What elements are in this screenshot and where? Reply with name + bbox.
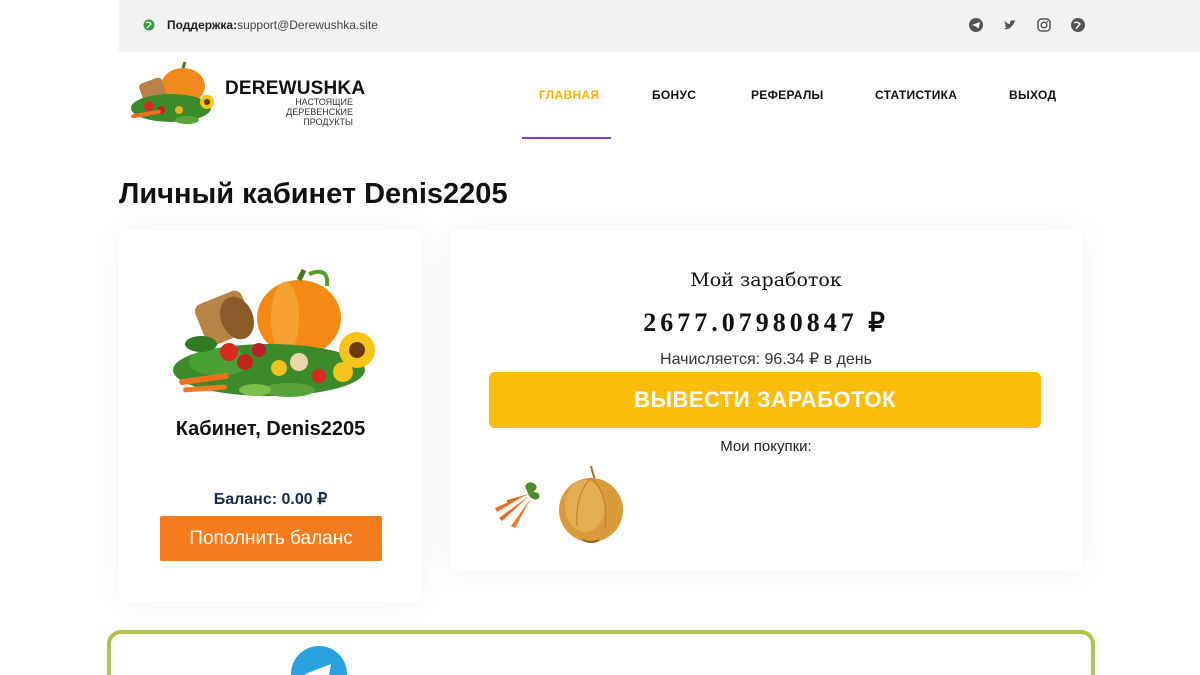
earnings-amount: 2677.07980847 ₽ — [643, 308, 889, 337]
main-nav: ГЛАВНАЯ БОНУС РЕФЕРАЛЫ СТАТИСТИКА ВЫХОД — [0, 88, 1200, 108]
purchase-carrot-image — [495, 482, 540, 528]
support-info: Поддержка: support@Derewushka.site — [143, 18, 378, 32]
support-email[interactable]: support@Derewushka.site — [237, 18, 378, 32]
profile-card: Кабинет, Denis2205 Баланс: 0.00 ₽ Пополн… — [119, 230, 422, 602]
balance-value: Баланс: 0.00 ₽ — [213, 491, 328, 508]
top-bar: Поддержка: support@Derewushka.site — [119, 0, 1200, 52]
topup-balance-button[interactable]: Пополнить баланс — [160, 516, 382, 561]
globe-icon[interactable] — [1071, 18, 1085, 32]
earnings-card: Мой заработок 2677.07980847 ₽ Начисляетс… — [449, 230, 1083, 571]
twitter-icon[interactable] — [1003, 18, 1017, 32]
nav-item-logout[interactable]: ВЫХОД — [1009, 88, 1056, 102]
nav-item-home[interactable]: ГЛАВНАЯ — [539, 88, 599, 102]
page-title: Личный кабинет Denis2205 — [119, 178, 508, 210]
instagram-icon[interactable] — [1037, 18, 1051, 32]
nav-item-referrals[interactable]: РЕФЕРАЛЫ — [751, 88, 824, 102]
support-label: Поддержка: — [167, 18, 238, 32]
telegram-card — [107, 630, 1095, 675]
vegetables-image — [173, 268, 375, 397]
globe-icon — [143, 19, 155, 31]
telegram-icon[interactable] — [291, 646, 347, 675]
nav-item-bonus[interactable]: БОНУС — [652, 88, 696, 102]
cabinet-title: Кабинет, Denis2205 — [175, 418, 366, 440]
nav-active-indicator — [522, 137, 611, 139]
withdraw-earnings-button[interactable]: ВЫВЕСТИ ЗАРАБОТОК — [489, 372, 1041, 428]
telegram-icon[interactable] — [969, 18, 983, 32]
nav-item-statistics[interactable]: СТАТИСТИКА — [875, 88, 957, 102]
purchase-onion-image — [559, 465, 623, 543]
earnings-label: Мой заработок — [690, 269, 842, 291]
social-links — [969, 18, 1085, 32]
accrual-rate: Начисляется: 96.34 ₽ в день — [660, 351, 872, 368]
purchases-label: Мои покупки: — [720, 438, 812, 455]
